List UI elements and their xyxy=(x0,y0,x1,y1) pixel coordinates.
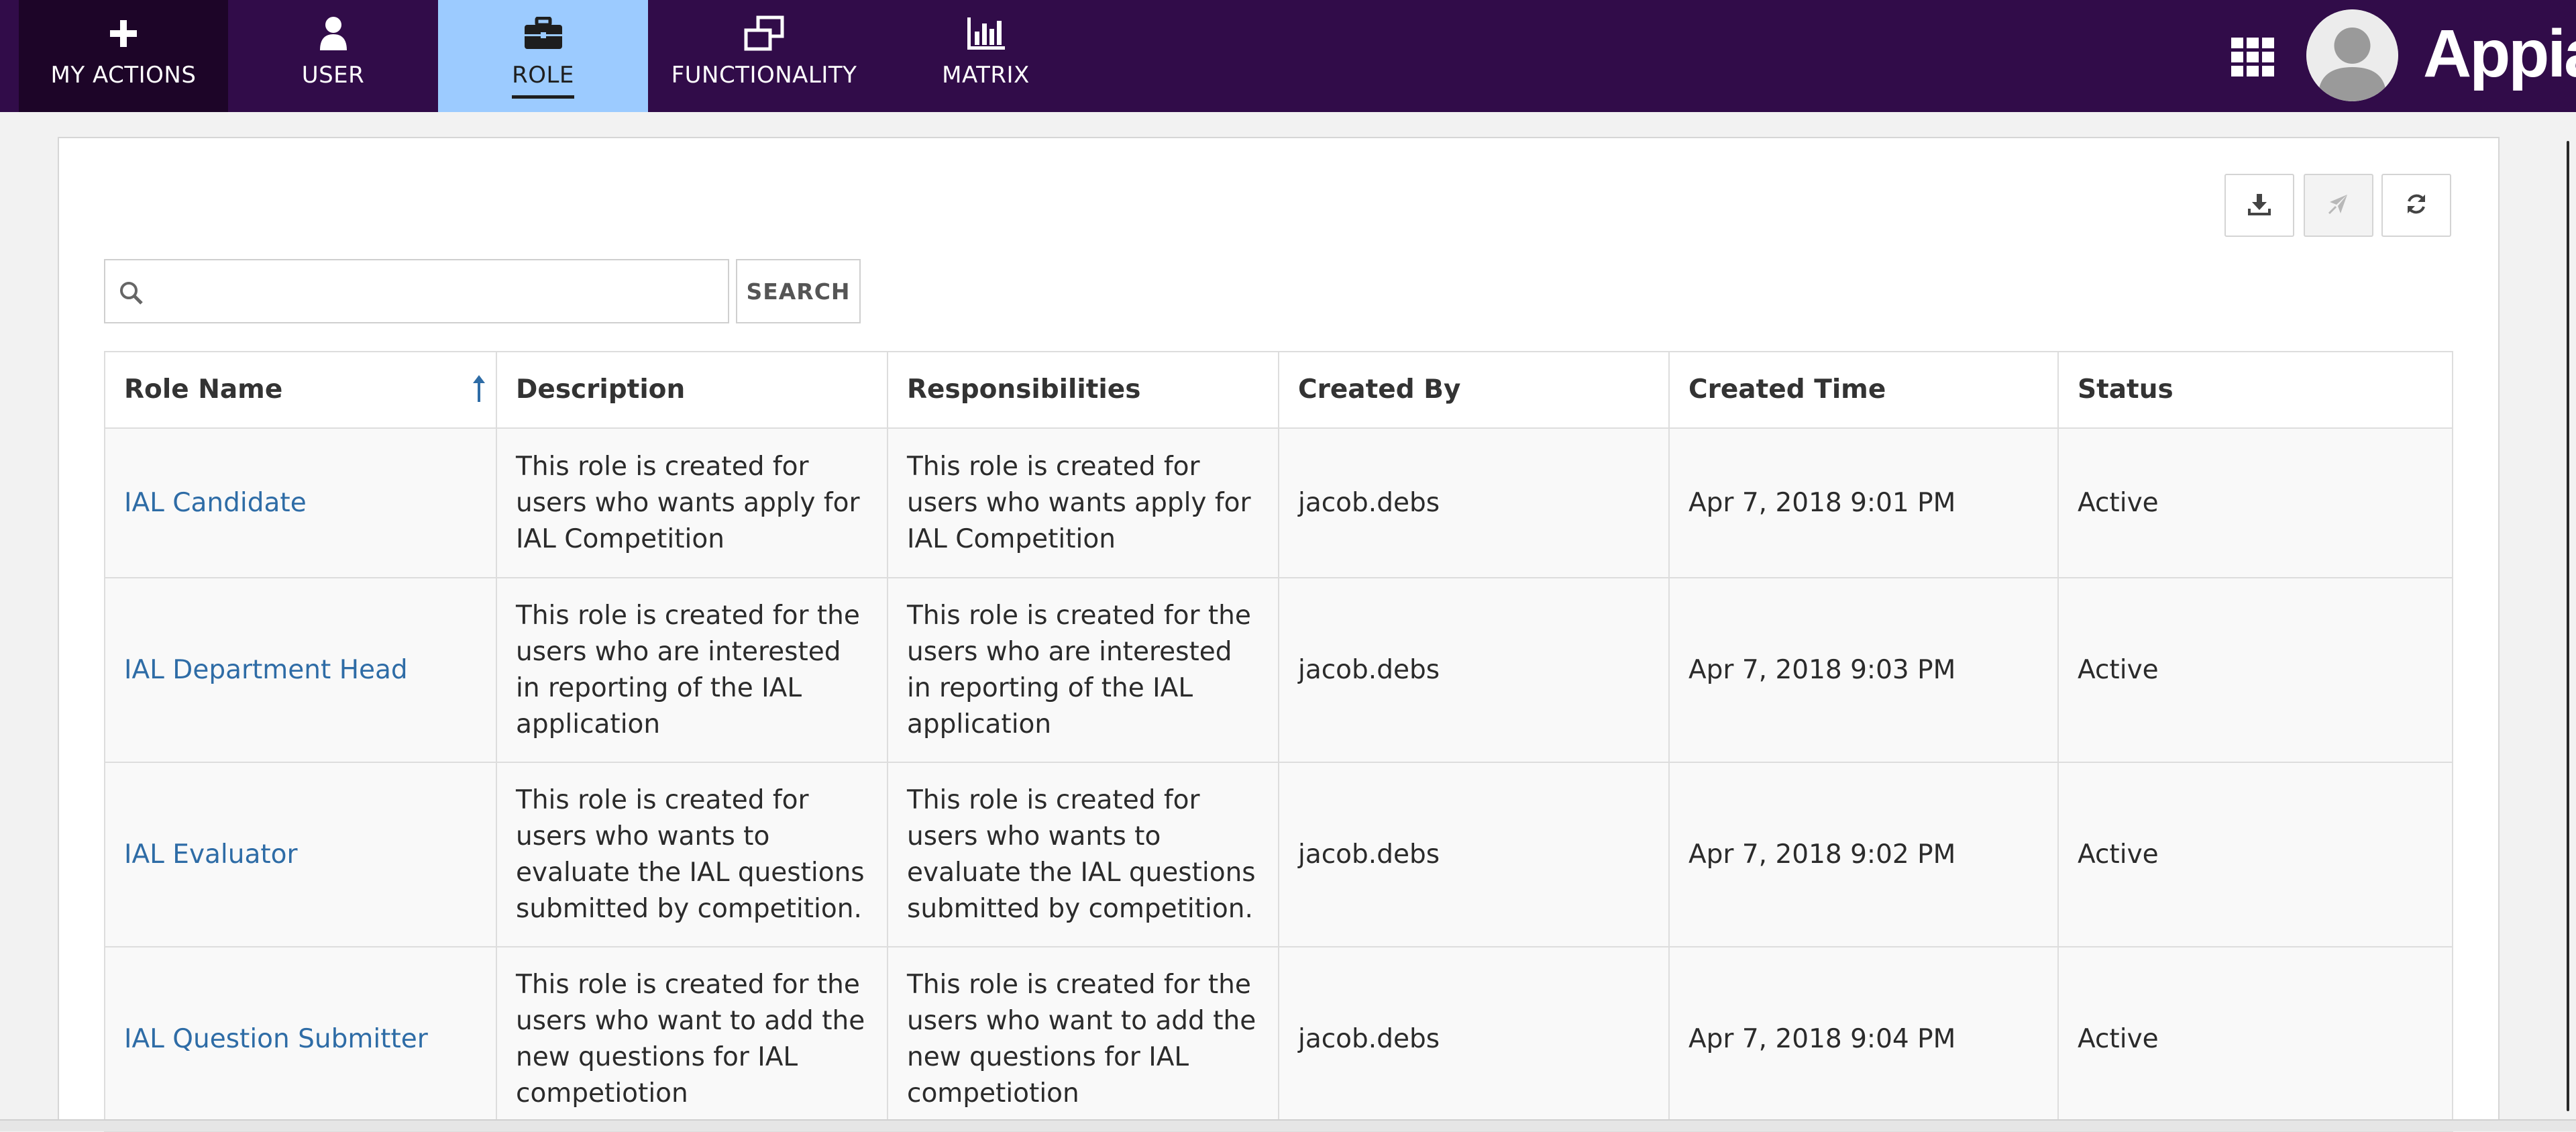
tab-role[interactable]: ROLE xyxy=(438,0,648,112)
download-icon xyxy=(2248,193,2271,218)
created-time-cell: Apr 7, 2018 9:01 PM xyxy=(1668,427,2059,578)
description-cell: This role is created for users who wants… xyxy=(496,762,888,947)
status-cell: Active xyxy=(2057,946,2453,1132)
role-name-link[interactable]: IAL Department Head xyxy=(124,655,408,685)
status-cell: Active xyxy=(2057,577,2453,763)
column-header-responsibilities: Responsibilities xyxy=(887,351,1279,429)
search-button[interactable]: SEARCH xyxy=(736,259,861,323)
role-name-cell: IAL Evaluator xyxy=(104,762,497,947)
column-header-created-time: Created Time xyxy=(1668,351,2059,429)
description-cell: This role is created for the users who a… xyxy=(496,577,888,763)
tab-functionality[interactable]: FUNCTIONALITY xyxy=(648,0,880,112)
search-icon xyxy=(119,280,144,306)
column-header-status: Status xyxy=(2057,351,2453,429)
paper-plane-icon xyxy=(2327,193,2350,218)
briefcase-icon xyxy=(438,15,648,52)
status-cell: Active xyxy=(2057,427,2453,578)
responsibilities-cell: This role is created for users who wants… xyxy=(887,427,1279,578)
bar-chart-icon xyxy=(880,15,1091,52)
column-header-role-name[interactable]: Role Name xyxy=(104,351,497,429)
tab-my-actions[interactable]: MY ACTIONS xyxy=(19,0,228,112)
tab-label: MY ACTIONS xyxy=(50,62,197,89)
table-row: IAL Question Submitter This role is crea… xyxy=(104,946,2453,1132)
created-by-cell: jacob.debs xyxy=(1278,577,1670,763)
role-name-link[interactable]: IAL Question Submitter xyxy=(124,1024,428,1054)
responsibilities-cell: This role is created for users who wants… xyxy=(887,762,1279,947)
created-time-cell: Apr 7, 2018 9:02 PM xyxy=(1668,762,2059,947)
role-name-cell: IAL Candidate xyxy=(104,427,497,578)
created-by-cell: jacob.debs xyxy=(1278,946,1670,1132)
tab-label: ROLE xyxy=(438,62,648,99)
table-row: IAL Department Head This role is created… xyxy=(104,577,2453,763)
table-row: IAL Candidate This role is created for u… xyxy=(104,427,2453,578)
tab-label: USER xyxy=(301,62,365,89)
window-restore-icon xyxy=(648,15,880,52)
role-name-link[interactable]: IAL Evaluator xyxy=(124,839,298,870)
column-header-description: Description xyxy=(496,351,888,429)
user-avatar-icon[interactable] xyxy=(2306,9,2398,101)
send-button[interactable] xyxy=(2304,174,2373,237)
created-by-cell: jacob.debs xyxy=(1278,762,1670,947)
roles-table: Role Name Description Responsibilities C… xyxy=(104,351,2453,1132)
sort-ascending-icon[interactable] xyxy=(472,374,486,403)
role-name-link[interactable]: IAL Candidate xyxy=(124,488,307,518)
brand-logo[interactable]: Appian xyxy=(2423,13,2576,94)
status-cell: Active xyxy=(2057,762,2453,947)
plus-icon xyxy=(19,15,228,52)
created-time-cell: Apr 7, 2018 9:04 PM xyxy=(1668,946,2059,1132)
tab-label: MATRIX xyxy=(942,62,1030,89)
description-cell: This role is created for the users who w… xyxy=(496,946,888,1132)
page-scrollbar[interactable] xyxy=(2567,141,2569,1111)
bottom-edge xyxy=(0,1119,2576,1131)
grid-icon[interactable] xyxy=(2231,38,2274,76)
tab-label: FUNCTIONALITY xyxy=(671,62,857,89)
search-field[interactable] xyxy=(104,259,729,323)
tab-user[interactable]: USER xyxy=(228,0,438,112)
download-button[interactable] xyxy=(2224,174,2294,237)
refresh-button[interactable] xyxy=(2381,174,2451,237)
top-nav-bar: MY ACTIONS USER ROLE FUNCTIONALITY MATRI… xyxy=(0,0,2576,112)
role-name-cell: IAL Department Head xyxy=(104,577,497,763)
column-header-created-by: Created By xyxy=(1278,351,1670,429)
created-by-cell: jacob.debs xyxy=(1278,427,1670,578)
column-header-label: Role Name xyxy=(124,374,283,405)
tab-matrix[interactable]: MATRIX xyxy=(880,0,1091,112)
search-input[interactable] xyxy=(156,266,720,317)
table-row: IAL Evaluator This role is created for u… xyxy=(104,762,2453,947)
responsibilities-cell: This role is created for the users who w… xyxy=(887,946,1279,1132)
refresh-icon xyxy=(2404,192,2428,219)
table-header-row: Role Name Description Responsibilities C… xyxy=(104,351,2453,429)
role-name-cell: IAL Question Submitter xyxy=(104,946,497,1132)
user-icon xyxy=(228,15,438,52)
created-time-cell: Apr 7, 2018 9:03 PM xyxy=(1668,577,2059,763)
responsibilities-cell: This role is created for the users who a… xyxy=(887,577,1279,763)
description-cell: This role is created for users who wants… xyxy=(496,427,888,578)
